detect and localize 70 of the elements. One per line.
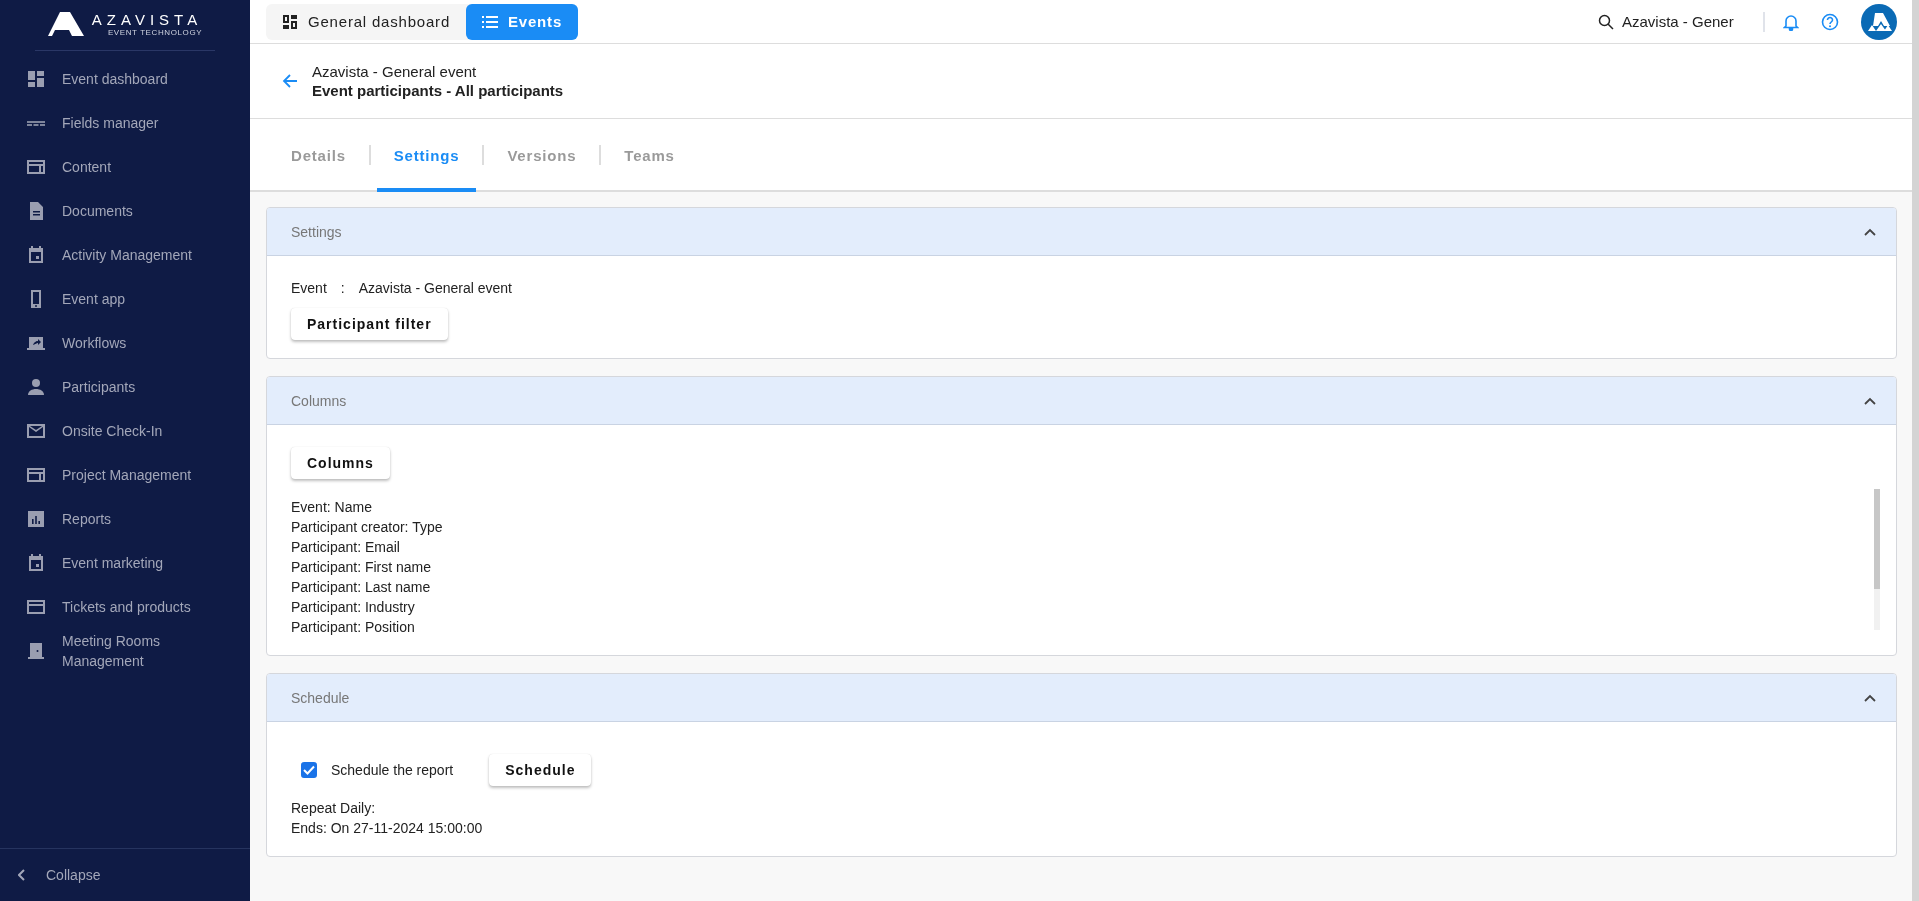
bar-chart-icon: [26, 509, 46, 529]
help-icon[interactable]: [1821, 12, 1839, 31]
panel-title: Schedule: [291, 689, 351, 706]
search-field[interactable]: Azavista - Gener: [1598, 13, 1753, 30]
dashboard-icon: [26, 69, 46, 89]
sidebar-item[interactable]: Activity Management: [0, 233, 250, 277]
dashboard-icon: [282, 13, 298, 30]
panel-header[interactable]: Schedule: [267, 674, 1896, 722]
sidebar-item[interactable]: Event marketing: [0, 541, 250, 585]
scrollbar-thumb[interactable]: [1874, 489, 1880, 589]
sidebar-item[interactable]: Onsite Check-In: [0, 409, 250, 453]
bell-icon[interactable]: [1783, 12, 1799, 31]
panel-title: Columns: [291, 392, 348, 409]
column-item: Participant: Last name: [291, 578, 432, 597]
sidebar-item[interactable]: Event dashboard: [0, 57, 250, 101]
nav-tab[interactable]: General dashboard: [266, 3, 467, 40]
field-label: Event: [291, 280, 327, 296]
chevron-up-icon: [1864, 396, 1876, 405]
sidebar-item[interactable]: Fields manager: [0, 101, 250, 145]
search-icon: [1598, 13, 1614, 30]
column-item: Participant: Position: [291, 618, 416, 637]
chevron-left-icon: [18, 869, 26, 881]
layout-icon: [26, 465, 46, 485]
list-icon: [482, 14, 499, 29]
scrollbar-track[interactable]: [1874, 489, 1880, 630]
column-item: Participant: Email: [291, 538, 401, 557]
panel-header[interactable]: Columns: [267, 377, 1896, 425]
layout-icon: [26, 157, 46, 177]
sidebar-item[interactable]: Documents: [0, 189, 250, 233]
calendar-icon: [26, 245, 46, 265]
panel-header[interactable]: Settings: [267, 208, 1896, 256]
sidebar-item[interactable]: Participants: [0, 365, 250, 409]
chevron-up-icon: [1864, 693, 1876, 702]
sidebar-item[interactable]: Reports: [0, 497, 250, 541]
card-icon: [26, 597, 46, 617]
sidebar-item[interactable]: Tickets and products: [0, 585, 250, 629]
sidebar-item[interactable]: Project Management: [0, 453, 250, 497]
checkmark-icon: [303, 765, 315, 775]
page-scrollbar[interactable]: [1912, 0, 1919, 901]
schedule-info: Ends: On 27-11-2024 15:00:00: [291, 819, 484, 838]
avatar-icon[interactable]: [1861, 3, 1897, 40]
sidebar-item[interactable]: Content: [0, 145, 250, 189]
participant-filter-button[interactable]: Participant filter: [291, 308, 448, 340]
door-icon: [26, 641, 46, 661]
column-item: Participant: Industry: [291, 598, 416, 617]
logo-icon: [47, 12, 84, 36]
sidebar-item[interactable]: Meeting Rooms Management: [0, 629, 250, 673]
brand-tagline: EVENT TECHNOLOGY: [107, 27, 203, 37]
sidebar-item[interactable]: Event app: [0, 277, 250, 321]
event-title: Azavista - General event: [312, 62, 478, 81]
dashes-icon: [27, 120, 45, 126]
brand-name: AZAVISTA: [91, 11, 203, 28]
chevron-up-icon: [1864, 227, 1876, 236]
person-icon: [26, 377, 46, 397]
field-separator: :: [340, 280, 345, 296]
schedule-button[interactable]: Schedule: [489, 754, 592, 786]
column-item: Participant creator: Type: [291, 518, 444, 537]
checkbox-label: Schedule the report: [331, 762, 454, 778]
columns-button[interactable]: Columns: [291, 447, 390, 479]
panel-title: Settings: [291, 223, 343, 240]
column-item: Event: Name: [291, 498, 373, 517]
calendar-icon: [26, 553, 46, 573]
field-value: Azavista - General event: [358, 280, 512, 296]
schedule-info: Repeat Daily:: [291, 799, 377, 818]
column-item: Participant: First name: [291, 558, 433, 577]
checkbox[interactable]: [301, 762, 317, 778]
sidebar-item[interactable]: Workflows: [0, 321, 250, 365]
page-title: Event participants - All participants: [312, 81, 564, 100]
envelope-icon: [26, 421, 46, 441]
back-arrow-icon[interactable]: [282, 73, 298, 89]
